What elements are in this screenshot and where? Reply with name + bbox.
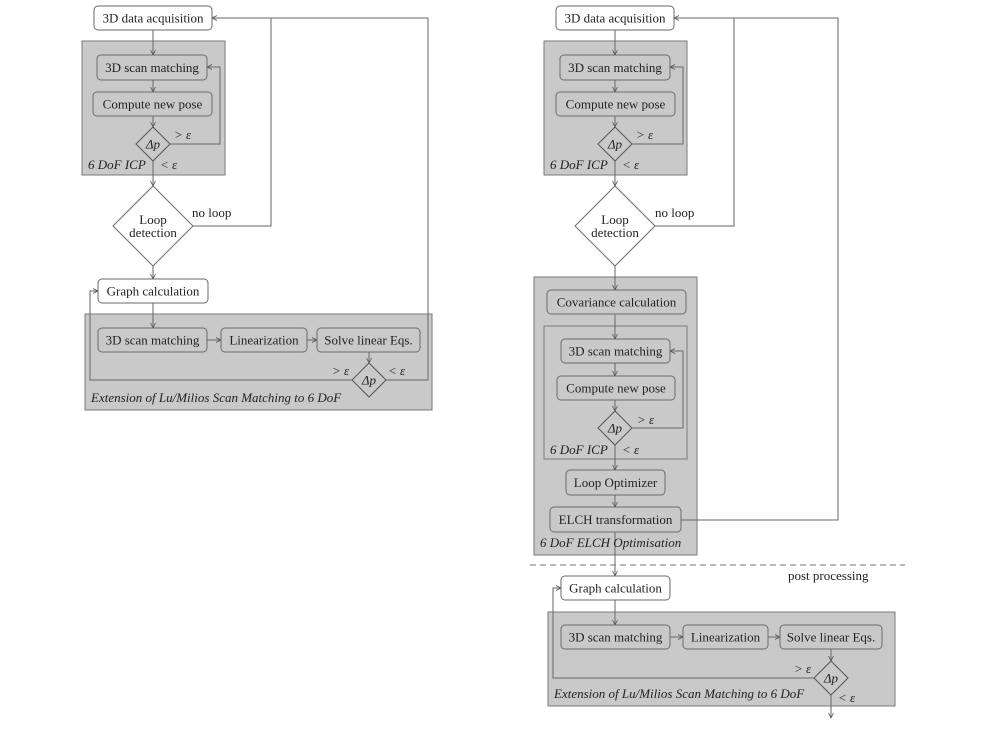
svg-text:ELCH transformation: ELCH transformation: [559, 512, 673, 527]
acquisition-node: 3D data acquisition: [93, 5, 213, 31]
solve-linear-eqs-node: Solve linear Eqs.: [316, 327, 421, 353]
lum-scan-matching-node: 3D scan matching: [560, 624, 671, 650]
slam-flowchart: 3D data acquisition 3D scan matching Com…: [81, 5, 905, 736]
svg-text:Linearization: Linearization: [229, 333, 299, 348]
elch-gt-epsilon-label: > ε: [637, 412, 655, 427]
svg-text:3D scan matching: 3D scan matching: [106, 333, 200, 348]
svg-text:3D scan matching: 3D scan matching: [105, 60, 199, 75]
acquisition-node: 3D data acquisition: [555, 5, 675, 31]
gt-epsilon-label: > ε: [174, 127, 192, 142]
linearization-node: Linearization: [682, 624, 769, 650]
elch-scan-matching-node: 3D scan matching: [560, 338, 671, 364]
icp-panel-label: 6 DoF ICP: [88, 157, 146, 172]
graph-calculation-node: Graph calculation: [97, 278, 209, 304]
graph-calculation-node: Graph calculation: [560, 575, 671, 601]
svg-text:Loop Optimizer: Loop Optimizer: [574, 475, 658, 490]
lt-epsilon-label: < ε: [160, 157, 178, 172]
no-loop-label: no loop: [192, 205, 231, 220]
elch-icp-panel-label: 6 DoF ICP: [550, 442, 608, 457]
lum-gt-epsilon-label: > ε: [332, 363, 350, 378]
lum-scan-matching-node: 3D scan matching: [97, 327, 208, 353]
svg-text:Δp: Δp: [823, 671, 839, 686]
gt-epsilon-label: > ε: [636, 127, 654, 142]
lu-milios-panel-label: Extension of Lu/Milios Scan Matching to …: [90, 390, 342, 405]
lt-epsilon-label: < ε: [622, 157, 640, 172]
elch-transformation-node: ELCH transformation: [549, 506, 682, 533]
svg-text:Linearization: Linearization: [691, 630, 761, 645]
svg-text:Δp: Δp: [145, 137, 161, 152]
svg-text:Δp: Δp: [607, 137, 623, 152]
svg-text:3D data acquisition: 3D data acquisition: [564, 11, 666, 26]
elch-panel-label: 6 DoF ELCH Optimisation: [540, 535, 681, 550]
no-loop-label: no loop: [655, 205, 694, 220]
svg-text:Δp: Δp: [607, 421, 623, 436]
svg-text:3D scan matching: 3D scan matching: [569, 630, 663, 645]
svg-text:detection: detection: [129, 225, 177, 240]
svg-text:Compute new pose: Compute new pose: [566, 97, 666, 112]
lum-lt-epsilon-label: < ε: [388, 363, 406, 378]
svg-text:Solve linear Eqs.: Solve linear Eqs.: [324, 333, 412, 348]
scan-matching-node: 3D scan matching: [96, 54, 208, 81]
svg-text:Solve linear Eqs.: Solve linear Eqs.: [787, 630, 875, 645]
loop-optimizer-node: Loop Optimizer: [565, 469, 666, 496]
svg-text:Covariance calculation: Covariance calculation: [557, 295, 677, 310]
lum-lt-epsilon-label: < ε: [838, 690, 856, 705]
lu-milios-panel-label: Extension of Lu/Milios Scan Matching to …: [553, 686, 805, 701]
svg-text:3D scan matching: 3D scan matching: [569, 344, 663, 359]
elch-compute-pose-node: Compute new pose: [556, 375, 676, 401]
loop-detection-decision: Loop detection: [574, 185, 656, 267]
covariance-node: Covariance calculation: [546, 289, 687, 315]
svg-text:Compute new pose: Compute new pose: [103, 97, 203, 112]
svg-text:Δp: Δp: [361, 373, 377, 388]
solve-linear-eqs-node: Solve linear Eqs.: [779, 624, 883, 650]
svg-text:3D scan matching: 3D scan matching: [568, 60, 662, 75]
svg-text:Compute new pose: Compute new pose: [566, 381, 666, 396]
compute-pose-node: Compute new pose: [555, 91, 676, 117]
lum-gt-epsilon-label: > ε: [794, 661, 812, 676]
svg-text:Graph calculation: Graph calculation: [107, 284, 200, 299]
svg-text:Graph calculation: Graph calculation: [569, 581, 662, 596]
right-flowchart: 3D data acquisition 3D scan matching Com…: [530, 5, 905, 718]
icp-panel-label: 6 DoF ICP: [550, 157, 608, 172]
post-processing-label: post processing: [788, 568, 869, 583]
compute-pose-node: Compute new pose: [92, 91, 213, 117]
loop-detection-decision: Loop detection: [112, 185, 194, 267]
linearization-node: Linearization: [220, 327, 308, 353]
elch-lt-epsilon-label: < ε: [622, 442, 640, 457]
svg-text:3D data acquisition: 3D data acquisition: [102, 11, 204, 26]
scan-matching-node: 3D scan matching: [559, 54, 671, 81]
left-flowchart: 3D data acquisition 3D scan matching Com…: [81, 5, 433, 411]
svg-text:detection: detection: [591, 225, 639, 240]
